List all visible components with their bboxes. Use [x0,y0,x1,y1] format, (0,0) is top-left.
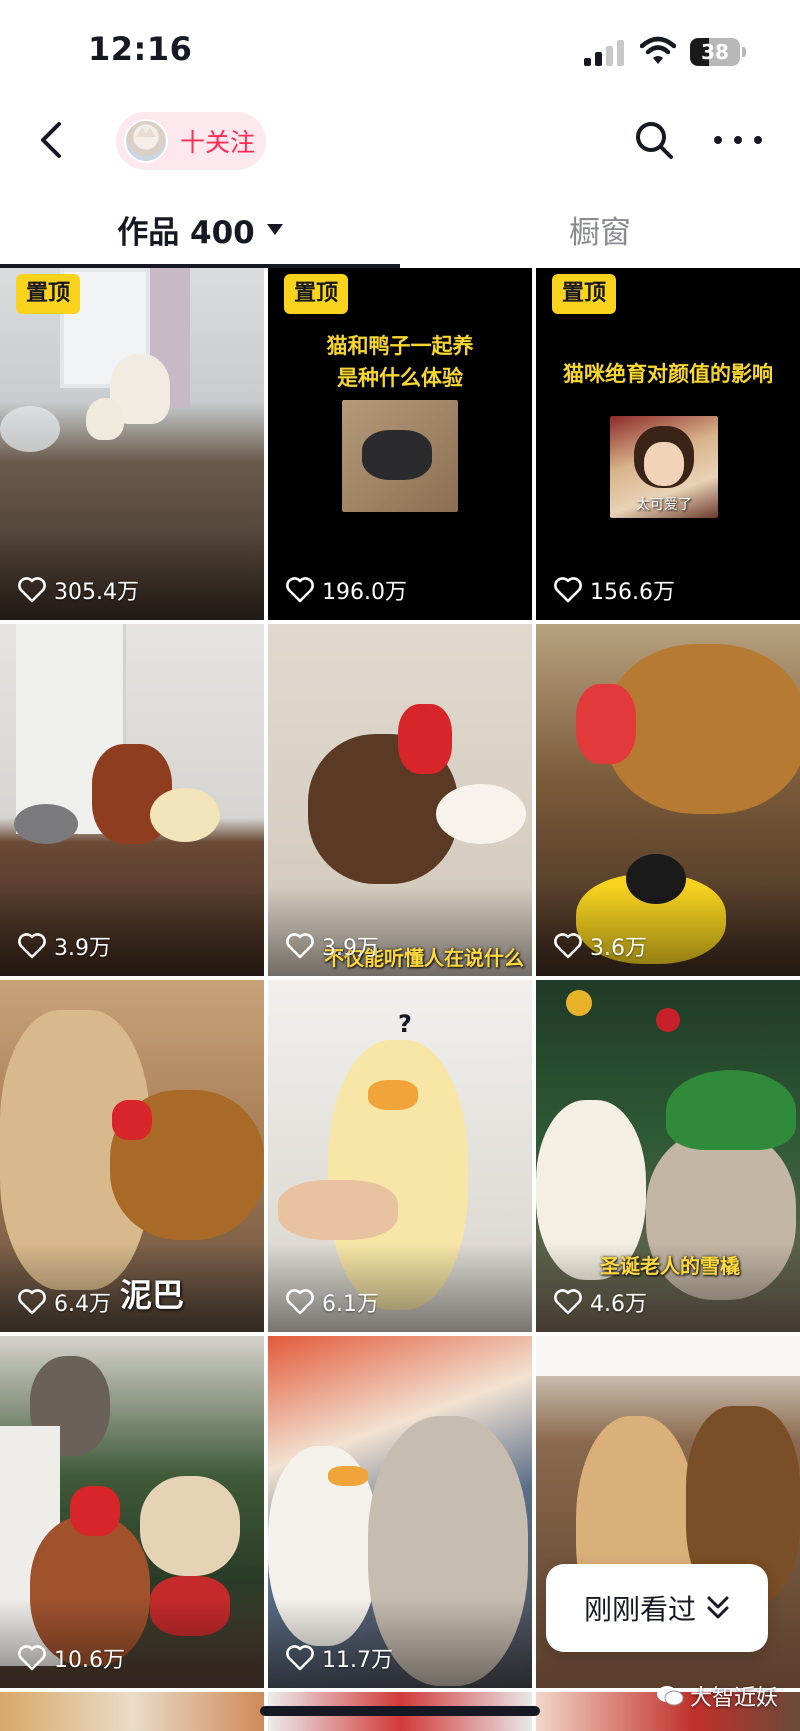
like-count: 10.6万 [18,1642,125,1674]
home-indicator[interactable] [260,1706,540,1716]
wifi-icon [640,36,676,64]
heart-icon [286,933,314,959]
video-tile[interactable]: 不仅能听懂人在说什么 3.9万 [268,624,532,976]
like-count-value: 3.9万 [322,936,379,961]
follow-label: 十关注 [180,128,256,157]
video-tile[interactable]: 3.6万 [536,624,800,976]
back-button[interactable] [26,114,78,166]
like-count: 3.9万 [18,930,111,962]
like-count: 3.9万 [286,930,379,962]
cover-inset-image [342,400,458,512]
caret-down-icon [266,223,283,235]
like-count-value: 6.4万 [54,1292,111,1317]
avatar[interactable] [124,119,168,163]
like-count-value: 3.6万 [590,936,647,961]
heart-icon [554,933,582,959]
cover-inset-image: 太可爱了 [610,416,718,518]
video-caption: 圣诞老人的雪橇 [600,1254,740,1278]
video-caption: ? [398,1010,412,1038]
video-tile[interactable]: 10.6万 [0,1336,264,1688]
heart-icon [554,577,582,603]
like-count-value: 196.0万 [322,580,407,605]
video-tile[interactable] [0,1692,264,1731]
double-chevron-down-icon [707,1596,729,1619]
pinned-badge: 置顶 [16,274,81,314]
heart-icon [18,1645,46,1671]
tab-works-label: 作品 400 [117,214,255,251]
like-count: 6.4万 [18,1286,111,1318]
heart-icon [554,1289,582,1315]
like-count: 196.0万 [286,574,407,606]
profile-tabs: 作品 400 橱窗 [0,190,800,268]
video-caption: 泥巴 [120,1276,185,1314]
inset-caption: 太可爱了 [636,497,692,513]
search-icon[interactable] [632,118,676,162]
chevron-left-icon [41,122,61,158]
video-tile[interactable]: 猫和鸭子一起养 是种什么体验 置顶 196.0万 [268,268,532,620]
like-count: 11.7万 [286,1642,393,1674]
heart-icon [286,1645,314,1671]
wechat-icon [657,1686,684,1706]
like-count-value: 4.6万 [590,1292,647,1317]
cover-title-line: 是种什么体验 [337,366,463,390]
status-bar: 12:16 38 [0,0,800,100]
watermark-text: 大智近妖 [690,1686,779,1711]
tab-showcase-label: 橱窗 [569,214,631,251]
pinned-badge: 置顶 [552,274,617,314]
video-tile[interactable]: 泥巴 6.4万 [0,980,264,1332]
cover-title: 猫咪绝育对颜值的影响 [536,358,800,390]
recently-viewed-label: 刚刚看过 [583,1593,696,1626]
like-count-value: 156.6万 [590,580,675,605]
like-count-value: 6.1万 [322,1292,379,1317]
like-count-value: 11.7万 [322,1648,393,1673]
follow-button[interactable]: 十关注 [116,112,266,170]
like-count-value: 10.6万 [54,1648,125,1673]
tab-showcase[interactable]: 橱窗 [400,190,800,268]
like-count: 4.6万 [554,1286,647,1318]
heart-icon [286,577,314,603]
battery-percent: 38 [701,40,729,64]
more-dots-icon[interactable] [714,118,762,162]
battery-icon: 38 [690,38,746,66]
cover-title-line: 猫咪绝育对颜值的影响 [563,362,773,386]
like-count: 6.1万 [286,1286,379,1318]
status-time: 12:16 [88,30,193,68]
pinned-badge: 置顶 [284,274,349,314]
video-tile[interactable]: 猫咪绝育对颜值的影响 太可爱了 置顶 156.6万 [536,268,800,620]
profile-header: 十关注 [0,100,800,180]
heart-icon [18,933,46,959]
heart-icon [18,1289,46,1315]
video-tile[interactable]: ? 6.1万 [268,980,532,1332]
signal-icon [584,40,624,66]
heart-icon [18,577,46,603]
like-count: 305.4万 [18,574,139,606]
like-count-value: 3.9万 [54,936,111,961]
recently-viewed-button[interactable]: 刚刚看过 [546,1564,768,1652]
video-tile[interactable]: 圣诞老人的雪橇 4.6万 [536,980,800,1332]
cover-title-line: 猫和鸭子一起养 [326,334,474,358]
heart-icon [286,1289,314,1315]
like-count: 3.6万 [554,930,647,962]
video-tile[interactable]: 3.9万 [0,624,264,976]
like-count: 156.6万 [554,574,675,606]
watermark: 大智近妖 [656,1680,778,1712]
video-tile[interactable]: 11.7万 [268,1336,532,1688]
tab-works[interactable]: 作品 400 [0,190,400,268]
like-count-value: 305.4万 [54,580,139,605]
cover-title: 猫和鸭子一起养 是种什么体验 [268,330,532,394]
video-tile[interactable]: 置顶 305.4万 [0,268,264,620]
